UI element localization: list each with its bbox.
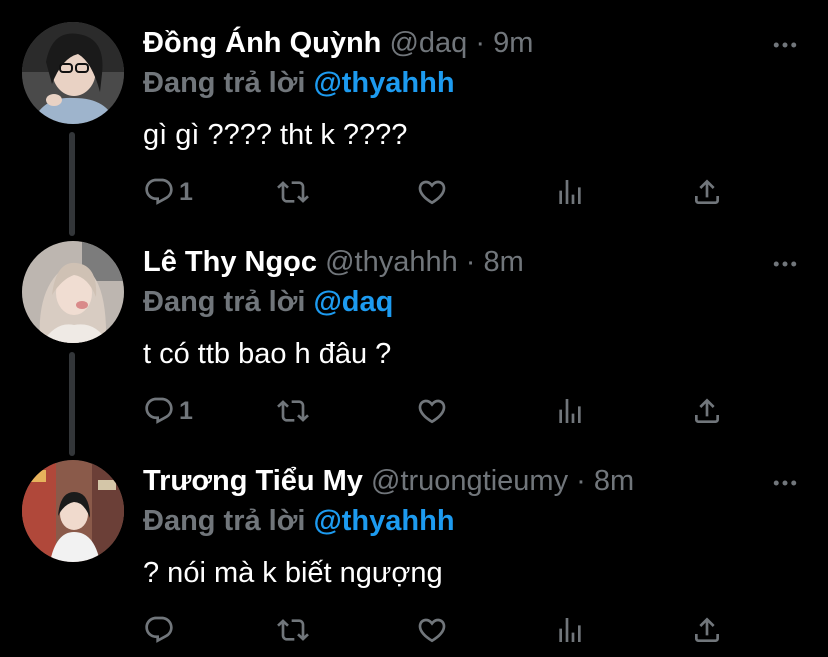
user-handle[interactable]: @truongtieumy xyxy=(371,465,568,497)
retweet-button[interactable] xyxy=(277,172,309,212)
replying-to-label: Đang trả lời xyxy=(143,505,314,537)
views-button[interactable] xyxy=(554,610,586,650)
heart-icon xyxy=(416,395,448,427)
tweet-text: t có ttb bao h đâu ? xyxy=(143,338,392,370)
separator-dot: · xyxy=(475,27,486,59)
timestamp[interactable]: 9m xyxy=(493,27,533,59)
reply-icon xyxy=(143,395,175,427)
reply-icon xyxy=(143,614,175,646)
replying-to-label: Đang trả lời xyxy=(143,67,314,99)
share-icon xyxy=(691,395,723,427)
share-icon xyxy=(691,614,723,646)
share-button[interactable] xyxy=(691,391,723,431)
analytics-icon xyxy=(554,176,586,208)
tweet-text: gì gì ???? tht k ???? xyxy=(143,119,408,151)
display-name[interactable]: Đồng Ánh Quỳnh xyxy=(143,27,381,59)
retweet-icon xyxy=(277,614,309,646)
user-handle[interactable]: @thyahhh xyxy=(325,246,458,278)
share-button[interactable] xyxy=(691,610,723,650)
tweet-header: Đồng Ánh Quỳnh @daq · 9m xyxy=(143,24,533,62)
retweet-icon xyxy=(277,176,309,208)
tweet-text: ? nói mà k biết ngượng xyxy=(143,557,443,589)
replying-to: Đang trả lời @thyahhh xyxy=(143,502,455,540)
replying-to: Đang trả lời @daq xyxy=(143,283,393,321)
avatar[interactable] xyxy=(22,22,124,124)
heart-icon xyxy=(416,614,448,646)
reply-button[interactable] xyxy=(143,610,179,650)
tweet-actions: 1 xyxy=(143,391,743,431)
replying-to: Đang trả lời @thyahhh xyxy=(143,64,455,102)
reply-icon xyxy=(143,176,175,208)
more-options-icon[interactable] xyxy=(770,30,800,60)
analytics-icon xyxy=(554,614,586,646)
separator-dot: · xyxy=(576,465,586,497)
tweet-header: Lê Thy Ngọc @thyahhh · 8m xyxy=(143,243,524,281)
tweet[interactable]: Lê Thy Ngọc @thyahhh · 8m Đang trả lời @… xyxy=(0,219,828,437)
retweet-icon xyxy=(277,395,309,427)
reply-button[interactable]: 1 xyxy=(143,391,193,431)
avatar[interactable] xyxy=(22,460,124,562)
tweet-actions xyxy=(143,610,743,650)
tweet-header: Trương Tiểu My @truongtieumy · 8m xyxy=(143,462,634,500)
tweet[interactable]: Đồng Ánh Quỳnh @daq · 9m Đang trả lời @t… xyxy=(0,0,828,218)
like-button[interactable] xyxy=(416,391,448,431)
display-name[interactable]: Lê Thy Ngọc xyxy=(143,246,317,278)
heart-icon xyxy=(416,176,448,208)
more-options-icon[interactable] xyxy=(770,249,800,279)
timestamp[interactable]: 8m xyxy=(484,246,524,278)
mention-link[interactable]: @daq xyxy=(313,286,393,318)
like-button[interactable] xyxy=(416,172,448,212)
mention-link[interactable]: @thyahhh xyxy=(313,505,454,537)
views-button[interactable] xyxy=(554,391,586,431)
tweet-actions: 1 xyxy=(143,172,743,212)
views-button[interactable] xyxy=(554,172,586,212)
analytics-icon xyxy=(554,395,586,427)
display-name[interactable]: Trương Tiểu My xyxy=(143,465,363,497)
separator-dot: · xyxy=(465,246,476,278)
share-button[interactable] xyxy=(691,172,723,212)
timestamp[interactable]: 8m xyxy=(594,465,634,497)
avatar[interactable] xyxy=(22,241,124,343)
reply-count: 1 xyxy=(179,177,193,206)
share-icon xyxy=(691,176,723,208)
user-handle[interactable]: @daq xyxy=(389,27,467,59)
retweet-button[interactable] xyxy=(277,391,309,431)
replying-to-label: Đang trả lời xyxy=(143,286,314,318)
reply-button[interactable]: 1 xyxy=(143,172,193,212)
retweet-button[interactable] xyxy=(277,610,309,650)
tweet[interactable]: Trương Tiểu My @truongtieumy · 8m Đang t… xyxy=(0,438,828,656)
reply-count: 1 xyxy=(179,396,193,425)
like-button[interactable] xyxy=(416,610,448,650)
mention-link[interactable]: @thyahhh xyxy=(313,67,454,99)
more-options-icon[interactable] xyxy=(770,468,800,498)
